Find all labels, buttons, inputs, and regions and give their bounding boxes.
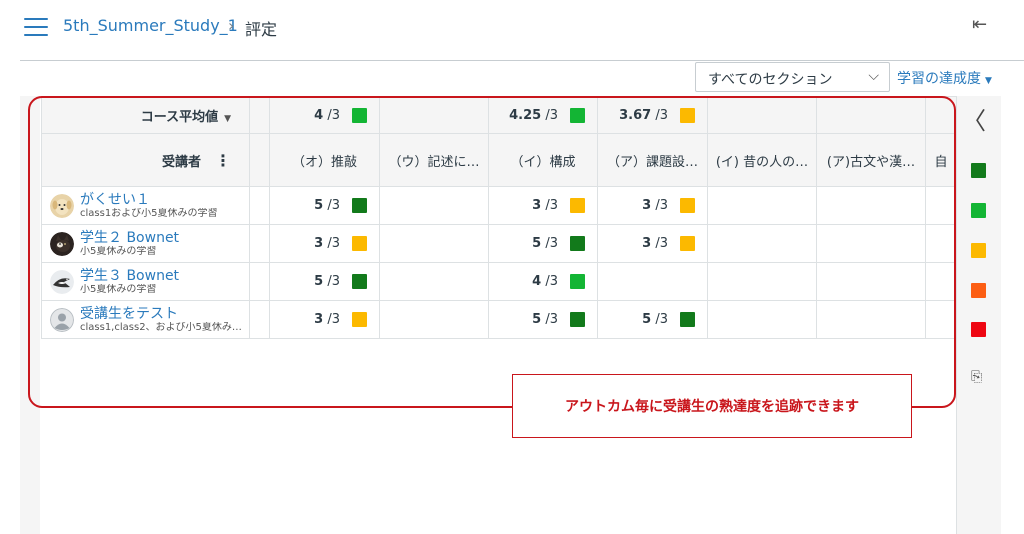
caret-down-icon: ▼ bbox=[985, 76, 992, 86]
menu-hamburger-icon[interactable] bbox=[24, 18, 48, 38]
export-icon[interactable]: ⎘ bbox=[971, 369, 982, 385]
legend-well-below-swatch bbox=[971, 322, 986, 337]
legend-remediation-swatch bbox=[971, 283, 986, 298]
learning-mastery-menu[interactable]: 学習の達成度 ▼ bbox=[897, 68, 992, 88]
annotation-callout: アウトカム毎に受講生の熟達度を追跡できます bbox=[512, 374, 912, 438]
header-divider bbox=[20, 60, 1024, 61]
chevron-left-icon[interactable]: 〈 bbox=[962, 101, 986, 136]
legend-near-mastery-swatch bbox=[971, 243, 986, 258]
section-select-value: すべてのセクション bbox=[708, 72, 833, 88]
learning-mastery-label: 学習の達成度 bbox=[897, 71, 981, 87]
legend-exceeds-mastery-swatch bbox=[971, 163, 986, 178]
mastery-legend-panel bbox=[956, 96, 1001, 534]
highlight-outline bbox=[28, 96, 956, 408]
section-select[interactable]: すべてのセクション ⌵ bbox=[695, 62, 890, 92]
breadcrumb-separator: › bbox=[228, 16, 235, 35]
collapse-nav-icon[interactable]: ⇤ bbox=[972, 14, 987, 35]
breadcrumb-course-link[interactable]: 5th_Summer_Study_1 bbox=[63, 16, 238, 35]
chevron-down-icon: ⌵ bbox=[868, 68, 879, 84]
breadcrumb-page-title: 評定 bbox=[245, 20, 278, 39]
legend-mastery-swatch bbox=[971, 203, 986, 218]
